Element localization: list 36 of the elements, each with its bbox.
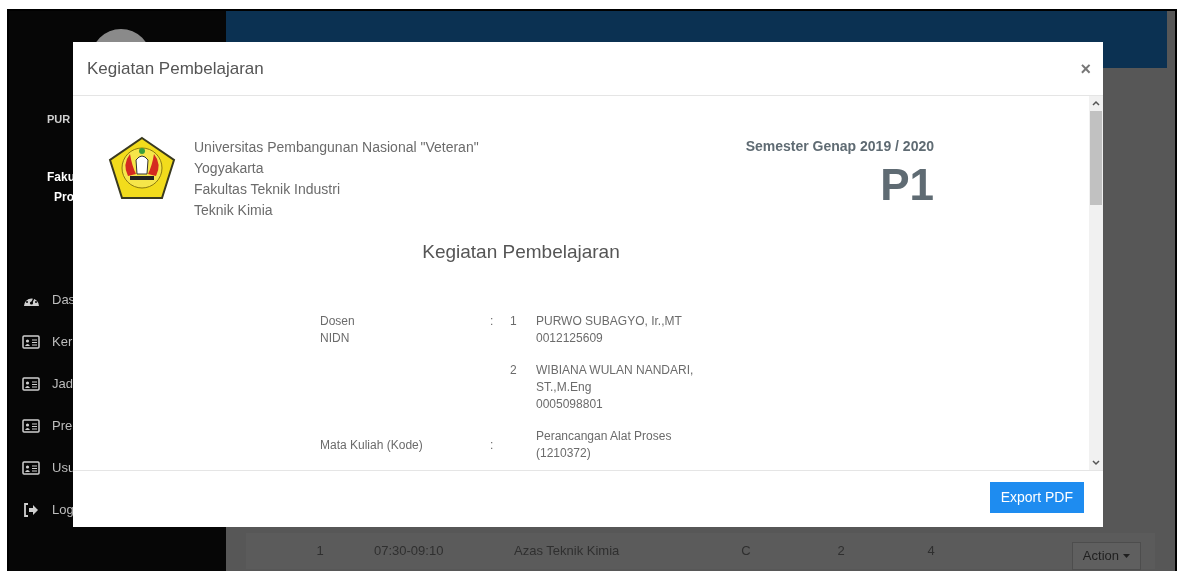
field-label: NIDN	[320, 330, 351, 347]
close-button[interactable]: ×	[1080, 59, 1091, 78]
lecturer-nidn: 0012125609	[536, 330, 604, 347]
logout-icon	[23, 503, 39, 517]
id-card-icon	[22, 419, 40, 433]
university-info-line: Universitas Pembangunan Nasional "Veteran"	[194, 138, 479, 157]
university-info-line: Fakultas Teknik Industri	[194, 180, 342, 199]
university-logo	[108, 136, 176, 200]
session-code: P1	[880, 161, 934, 209]
separator: :	[490, 436, 494, 454]
caret-icon	[1123, 554, 1130, 558]
sidebar-item[interactable]: Log	[9, 489, 226, 531]
lecturer-number: 2	[510, 362, 518, 379]
page-heading: Kegiatan Pembelajaran	[422, 240, 620, 264]
semester-label: Semester Genap 2019 / 2020	[745, 137, 934, 156]
scroll-down-icon[interactable]	[1092, 460, 1100, 466]
field-label: Mata Kuliah (Kode)	[320, 436, 423, 454]
course-name: Perancangan Alat Proses (1210372)	[536, 428, 673, 462]
field-label: Dosen	[320, 313, 356, 330]
lecturer-nidn: 0005098801	[536, 396, 604, 413]
sidebar-item[interactable]: Pre	[9, 405, 226, 447]
university-info-line: Yogyakarta	[194, 159, 265, 178]
lecturer-name: PURWO SUBAGYO, Ir.,MT	[536, 313, 683, 330]
lecturer-name: WIBIANA WULAN NANDARI, ST.,M.Eng	[536, 362, 695, 396]
scrollbar-thumb[interactable]	[1090, 111, 1102, 205]
lecturer-number: 1	[510, 313, 518, 330]
id-card-icon	[22, 377, 40, 391]
id-card-icon	[22, 461, 40, 475]
modal-title: Kegiatan Pembelajaran	[87, 57, 264, 80]
scroll-up-icon[interactable]	[1092, 100, 1100, 106]
sidebar-item[interactable]: Jad	[9, 363, 226, 405]
user-name: PUR	[47, 112, 72, 127]
id-card-icon	[22, 335, 40, 349]
university-info-line: Teknik Kimia	[194, 201, 274, 220]
sidebar-item[interactable]: Ker	[9, 321, 226, 363]
separator: :	[490, 313, 495, 330]
